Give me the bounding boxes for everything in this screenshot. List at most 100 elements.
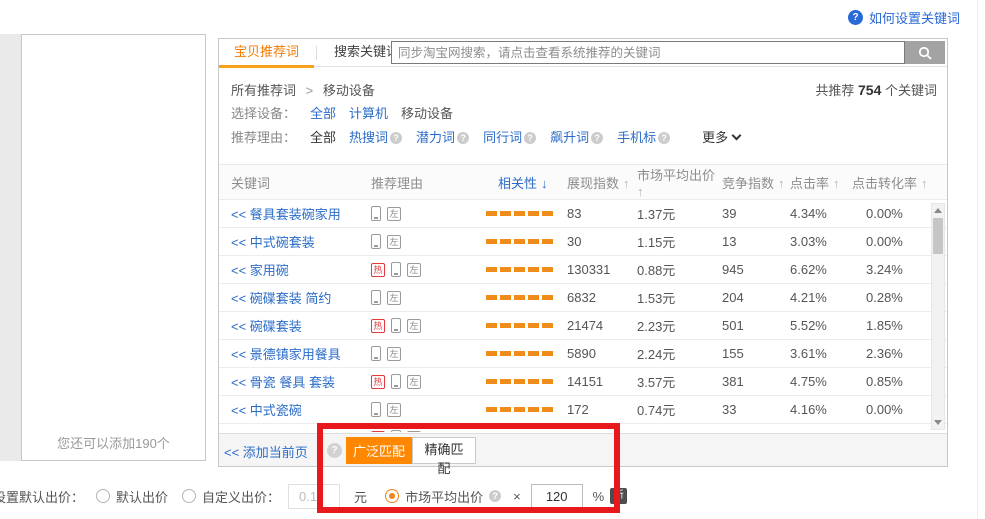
reason-option[interactable]: 飙升词? <box>550 130 603 145</box>
ctr: 3.61% <box>790 346 852 361</box>
hot-icon: 热 <box>371 431 385 433</box>
hot-icon: 热 <box>371 263 385 277</box>
impression-index: 172 <box>567 402 637 417</box>
column-header[interactable]: 关键词 <box>231 173 371 192</box>
reason-option[interactable]: 手机标? <box>617 130 670 145</box>
ctr: 4.75% <box>790 374 852 389</box>
relevance-bars <box>481 407 567 412</box>
exact-match-button[interactable]: 精确匹配 <box>412 437 476 464</box>
keyword-link[interactable]: << 碗碟套装 <box>231 319 302 334</box>
competition-index: 155 <box>722 346 790 361</box>
column-header[interactable]: 推荐理由 <box>371 173 481 192</box>
default-bid-radio[interactable] <box>96 489 110 503</box>
keyword-link[interactable]: << 景德镇家用餐具 <box>231 347 341 362</box>
zuo-badge-icon: 左 <box>387 235 401 249</box>
table-row[interactable]: << 中式碗套装 左 30 1.15元 13 3.03% 0.00% <box>219 228 947 256</box>
impression-index: 130331 <box>567 262 637 277</box>
broad-match-button[interactable]: 广泛匹配 <box>346 437 412 464</box>
breadcrumb-root[interactable]: 所有推荐词 <box>231 83 296 98</box>
keyword-link[interactable]: << 餐具套装碗家用 <box>231 207 341 222</box>
zuo-badge-icon: 左 <box>387 403 401 417</box>
help-icon[interactable]: ? <box>489 490 501 502</box>
sort-asc-icon[interactable]: ↑ <box>921 176 928 191</box>
scroll-down-icon[interactable] <box>934 420 942 425</box>
sort-asc-icon[interactable]: ↑ <box>833 176 840 191</box>
market-avg-label[interactable]: 市场平均出价 <box>405 487 483 506</box>
chevron-down-icon <box>732 131 742 141</box>
custom-bid-label[interactable]: 自定义出价： <box>202 487 280 506</box>
keyword-count-summary: 共推荐 754 个关键词 <box>815 80 937 99</box>
mobile-phone-icon <box>371 206 381 221</box>
reason-option[interactable]: 同行词? <box>483 130 536 145</box>
default-bid-label[interactable]: 默认出价 <box>116 487 168 506</box>
column-header[interactable]: 市场平均出价↑ <box>637 165 722 199</box>
tab-bar: 宝贝推荐词搜索关键词 <box>219 39 947 67</box>
table-row[interactable]: << 热 左 <box>219 424 947 432</box>
table-body: << 餐具套装碗家用 左 83 1.37元 39 4.34% 0.00% << … <box>219 200 947 432</box>
custom-bid-radio[interactable] <box>182 489 196 503</box>
device-option[interactable]: 计算机 <box>349 106 388 121</box>
table-scrollbar[interactable] <box>931 203 945 430</box>
percent-input[interactable] <box>531 484 583 509</box>
help-icon[interactable]: ? <box>390 132 402 144</box>
column-header[interactable]: 展现指数↑ <box>567 173 637 192</box>
keyword-link[interactable]: << <box>231 430 246 432</box>
column-header[interactable]: 竞争指数↑ <box>722 173 790 192</box>
keyword-link[interactable]: << 中式瓷碗 <box>231 403 302 418</box>
help-icon[interactable]: ? <box>457 132 469 144</box>
reason-option-all[interactable]: 全部 <box>310 130 336 145</box>
market-avg-radio[interactable] <box>385 489 399 503</box>
sort-desc-icon[interactable]: ↓ <box>541 176 548 191</box>
impression-index: 5890 <box>567 346 637 361</box>
help-icon[interactable]: ? <box>658 132 670 144</box>
keyword-link[interactable]: << 中式碗套装 <box>231 235 315 250</box>
device-option[interactable]: 全部 <box>310 106 336 121</box>
breadcrumb-current: 移动设备 <box>323 83 375 98</box>
scrollbar-thumb[interactable] <box>933 218 943 254</box>
reason-option[interactable]: 热搜词? <box>349 130 402 145</box>
scroll-up-icon[interactable] <box>934 208 942 213</box>
table-row[interactable]: << 景德镇家用餐具 左 5890 2.24元 155 3.61% 2.36% <box>219 340 947 368</box>
more-filters-toggle[interactable]: 更多 <box>702 130 740 145</box>
avg-bid: 1.53元 <box>637 288 722 307</box>
how-to-set-keywords-link[interactable]: ? 如何设置关键词 <box>848 8 960 27</box>
reason-option[interactable]: 潜力词? <box>416 130 469 145</box>
keyword-search-input[interactable] <box>392 42 904 63</box>
device-options: 全部计算机移动设备 <box>310 106 466 121</box>
bid-bar-label: 设置默认出价： <box>0 487 84 506</box>
sort-asc-icon[interactable]: ↑ <box>623 176 630 191</box>
percent-sign: % <box>593 489 605 504</box>
custom-bid-input[interactable] <box>288 484 340 509</box>
sort-asc-icon[interactable]: ↑ <box>778 176 785 191</box>
mobile-phone-icon <box>391 374 401 389</box>
help-link-label[interactable]: 如何设置关键词 <box>869 8 960 27</box>
device-option[interactable]: 移动设备 <box>401 106 453 121</box>
zuo-badge-icon: 左 <box>407 319 421 333</box>
zuo-badge-icon: 左 <box>387 347 401 361</box>
search-button[interactable] <box>905 41 945 64</box>
keyword-link[interactable]: << 家用碗 <box>231 263 289 278</box>
column-header[interactable]: 点击率↑ <box>790 173 852 192</box>
add-current-page-link[interactable]: << 添加当前页 <box>224 442 308 461</box>
table-row[interactable]: << 中式瓷碗 左 172 0.74元 33 4.16% 0.00% <box>219 396 947 424</box>
device-filter-row: 选择设备：全部计算机移动设备 <box>231 103 947 121</box>
help-icon[interactable]: ? <box>327 443 342 458</box>
keyword-link[interactable]: << 骨瓷 餐具 套装 <box>231 375 335 390</box>
column-header[interactable]: 点击转化率↑ <box>852 173 947 192</box>
table-row[interactable]: << 碗碟套装 简约 左 6832 1.53元 204 4.21% 0.28% <box>219 284 947 312</box>
impression-index: 30 <box>567 234 637 249</box>
hot-icon: 热 <box>371 375 385 389</box>
table-row[interactable]: << 餐具套装碗家用 左 83 1.37元 39 4.34% 0.00% <box>219 200 947 228</box>
help-icon[interactable]: ? <box>524 132 536 144</box>
tab-product-recommend[interactable]: 宝贝推荐词 <box>219 39 314 68</box>
column-header[interactable]: 相关性↓ <box>481 173 567 192</box>
table-row[interactable]: << 骨瓷 餐具 套装 热 左 14151 3.57元 381 4.75% 0.… <box>219 368 947 396</box>
multiply-sign: × <box>513 489 521 504</box>
help-icon[interactable]: ? <box>591 132 603 144</box>
keyword-link[interactable]: << 碗碟套装 简约 <box>231 291 331 306</box>
sort-asc-icon[interactable]: ↑ <box>637 184 644 199</box>
new-feature-badge: 新 <box>610 488 627 504</box>
table-row[interactable]: << 家用碗 热 左 130331 0.88元 945 6.62% 3.24% <box>219 256 947 284</box>
impression-index: 6832 <box>567 290 637 305</box>
table-row[interactable]: << 碗碟套装 热 左 21474 2.23元 501 5.52% 1.85% <box>219 312 947 340</box>
